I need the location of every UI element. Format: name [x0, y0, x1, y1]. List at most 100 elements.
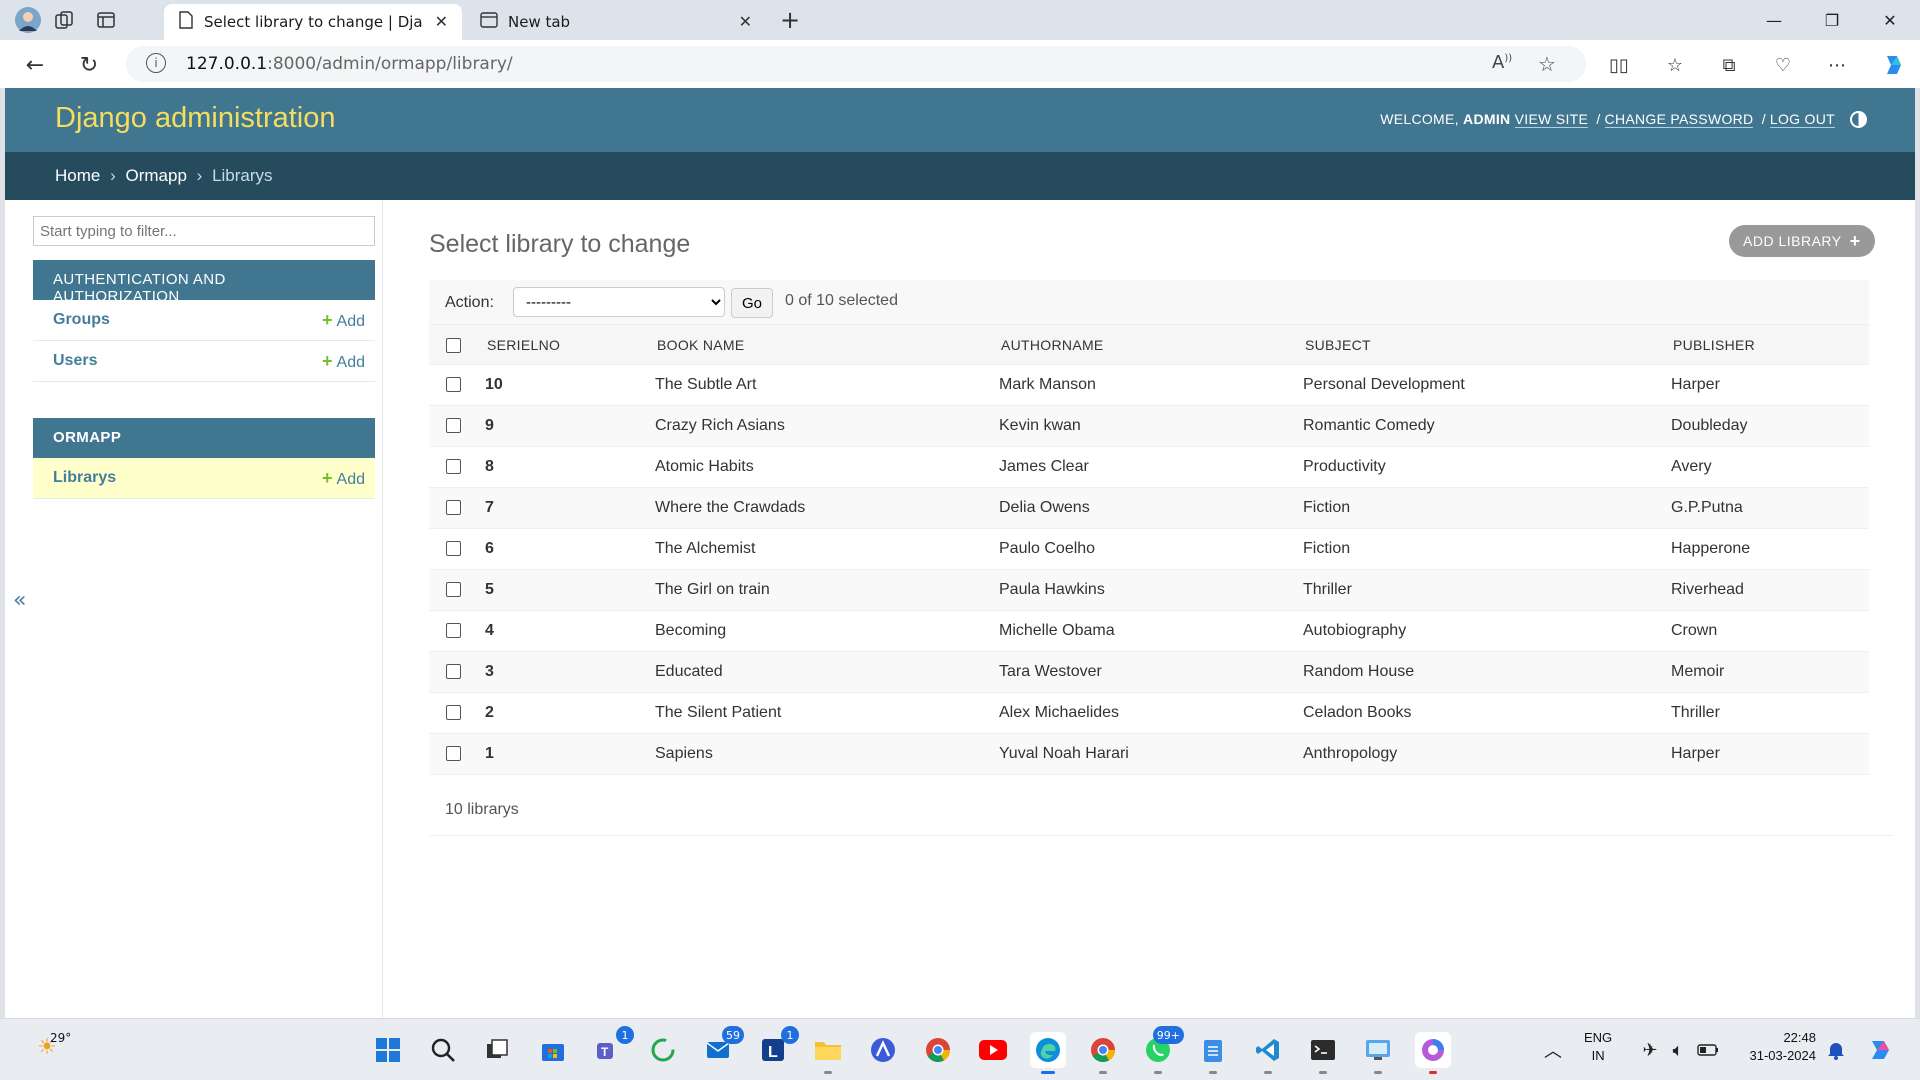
column-header-publisher[interactable]: PUBLISHER [1661, 324, 1869, 365]
change-password-link[interactable]: CHANGE PASSWORD [1604, 111, 1754, 128]
module-auth-caption[interactable]: AUTHENTICATION AND AUTHORIZATION [33, 260, 375, 305]
row-checkbox[interactable] [446, 623, 461, 639]
new-tab-plus-icon[interactable]: + [776, 6, 804, 34]
more-menu-icon[interactable]: ⋯ [1822, 50, 1852, 80]
toggle-sidebar-button[interactable]: « [13, 588, 26, 613]
cell-serialno[interactable]: 3 [469, 651, 645, 693]
language-indicator[interactable]: ENG IN [1584, 1029, 1612, 1065]
tab-new-tab[interactable]: New tab ✕ [466, 4, 766, 40]
control-panel-icon[interactable] [1360, 1032, 1396, 1074]
profile-avatar[interactable] [14, 6, 42, 34]
browser-essentials-icon[interactable]: ♡ [1768, 50, 1798, 80]
mail-icon[interactable]: 59 [700, 1026, 744, 1068]
log-out-link[interactable]: LOG OUT [1769, 111, 1835, 128]
add-group-link[interactable]: + Add [322, 310, 365, 331]
collections-icon[interactable]: ⧉ [1714, 50, 1744, 80]
back-icon[interactable]: ← [20, 50, 50, 80]
librarys-link[interactable]: Librarys [53, 469, 116, 487]
cell-serialno[interactable]: 1 [469, 733, 645, 775]
terminal-icon[interactable] [1305, 1032, 1341, 1074]
close-tab-icon[interactable]: ✕ [739, 12, 752, 31]
select-all-checkbox[interactable] [446, 337, 461, 353]
teams-icon[interactable]: T 1 [590, 1026, 634, 1068]
breadcrumb-app[interactable]: Ormapp [126, 166, 187, 185]
add-user-link[interactable]: + Add [322, 351, 365, 372]
search-icon[interactable] [425, 1032, 461, 1068]
notepad-icon[interactable] [1195, 1032, 1231, 1074]
cell-serialno[interactable]: 10 [469, 364, 645, 406]
file-explorer-icon[interactable] [810, 1032, 846, 1074]
refresh-icon[interactable]: ↻ [74, 50, 104, 80]
cell-publisher: Avery [1661, 446, 1869, 488]
go-button[interactable]: Go [731, 288, 773, 318]
restore-icon[interactable]: ❐ [1812, 6, 1852, 34]
weather-widget[interactable]: ☀ 29° [22, 1029, 72, 1065]
youtube-icon[interactable] [975, 1032, 1011, 1068]
cell-serialno[interactable]: 6 [469, 528, 645, 570]
copilot-preview-icon[interactable] [1862, 1032, 1898, 1068]
module-ormapp-caption[interactable]: ORMAPP [33, 418, 375, 458]
users-link[interactable]: Users [53, 352, 97, 370]
l-app-icon[interactable]: L 1 [755, 1026, 799, 1068]
cell-serialno[interactable]: 7 [469, 487, 645, 529]
cell-serialno[interactable]: 2 [469, 692, 645, 734]
view-site-link[interactable]: VIEW SITE [1514, 111, 1589, 128]
microsoft-store-icon[interactable] [535, 1032, 571, 1068]
favorite-star-icon[interactable]: ☆ [1538, 52, 1556, 76]
read-aloud-icon[interactable]: A)) [1492, 52, 1512, 73]
split-screen-icon[interactable]: ▯▯ [1604, 50, 1634, 80]
clock[interactable]: 22:48 31-03-2024 [1736, 1029, 1817, 1065]
whatsapp-icon[interactable]: 99+ [1140, 1026, 1184, 1074]
column-header-authorname[interactable]: AUTHORNAME [989, 324, 1293, 365]
edge-icon[interactable] [1030, 1032, 1066, 1074]
tab-select-library[interactable]: Select library to change | Django ✕ [164, 4, 462, 40]
site-name[interactable]: Django administration [55, 102, 335, 135]
column-header-subject[interactable]: SUBJECT [1293, 324, 1661, 365]
chrome-icon[interactable] [920, 1032, 956, 1068]
favorites-icon[interactable]: ☆ [1660, 50, 1690, 80]
breadcrumb-home[interactable]: Home [55, 166, 100, 185]
theme-toggle-icon[interactable] [1850, 111, 1867, 128]
row-checkbox[interactable] [446, 377, 461, 393]
cell-serialno[interactable]: 5 [469, 569, 645, 611]
row-checkbox[interactable] [446, 582, 461, 598]
row-checkbox[interactable] [446, 746, 461, 762]
row-checkbox[interactable] [446, 418, 461, 434]
close-tab-icon[interactable]: ✕ [435, 12, 448, 31]
row-checkbox[interactable] [446, 459, 461, 475]
workspaces-icon[interactable] [50, 6, 78, 34]
groups-link[interactable]: Groups [53, 311, 110, 329]
add-library-link[interactable]: + Add [322, 468, 365, 489]
refresh-app-icon[interactable] [645, 1032, 681, 1068]
chrome-profile-icon[interactable] [1085, 1032, 1121, 1074]
close-window-icon[interactable]: ✕ [1870, 6, 1910, 34]
svg-text:L: L [768, 1044, 778, 1061]
row-checkbox[interactable] [446, 664, 461, 680]
cell-serialno[interactable]: 4 [469, 610, 645, 652]
row-checkbox[interactable] [446, 500, 461, 516]
copilot-app-icon[interactable] [1415, 1032, 1451, 1074]
row-checkbox[interactable] [446, 705, 461, 721]
row-checkbox[interactable] [446, 541, 461, 557]
address-bar[interactable]: i 127.0.0.1:8000/admin/ormapp/library/ A… [126, 46, 1586, 82]
cell-serialno[interactable]: 9 [469, 405, 645, 447]
chevron-up-icon[interactable]: ︿ [1535, 1032, 1571, 1068]
site-info-icon[interactable]: i [146, 53, 166, 73]
triangle-app-icon[interactable] [865, 1032, 901, 1068]
cell-book-name: Crazy Rich Asians [645, 405, 989, 447]
action-select[interactable]: --------- [513, 287, 725, 317]
battery-icon[interactable] [1690, 1032, 1726, 1068]
minimize-icon[interactable]: — [1754, 6, 1794, 34]
url-text[interactable]: 127.0.0.1:8000/admin/ormapp/library/ [186, 54, 513, 74]
task-view-icon[interactable] [479, 1032, 515, 1068]
vertical-tabs-icon[interactable] [92, 6, 120, 34]
start-icon[interactable] [370, 1032, 406, 1068]
sidebar-filter-input[interactable] [33, 216, 375, 246]
column-header-book-name[interactable]: BOOK NAME [645, 324, 989, 365]
copilot-icon[interactable] [1878, 50, 1908, 80]
notification-bell-icon[interactable] [1818, 1032, 1854, 1068]
add-library-button[interactable]: ADD LIBRARY + [1729, 225, 1875, 257]
cell-serialno[interactable]: 8 [469, 446, 645, 488]
vscode-icon[interactable] [1250, 1032, 1286, 1074]
column-header-serialno[interactable]: SERIELNO [469, 324, 645, 365]
